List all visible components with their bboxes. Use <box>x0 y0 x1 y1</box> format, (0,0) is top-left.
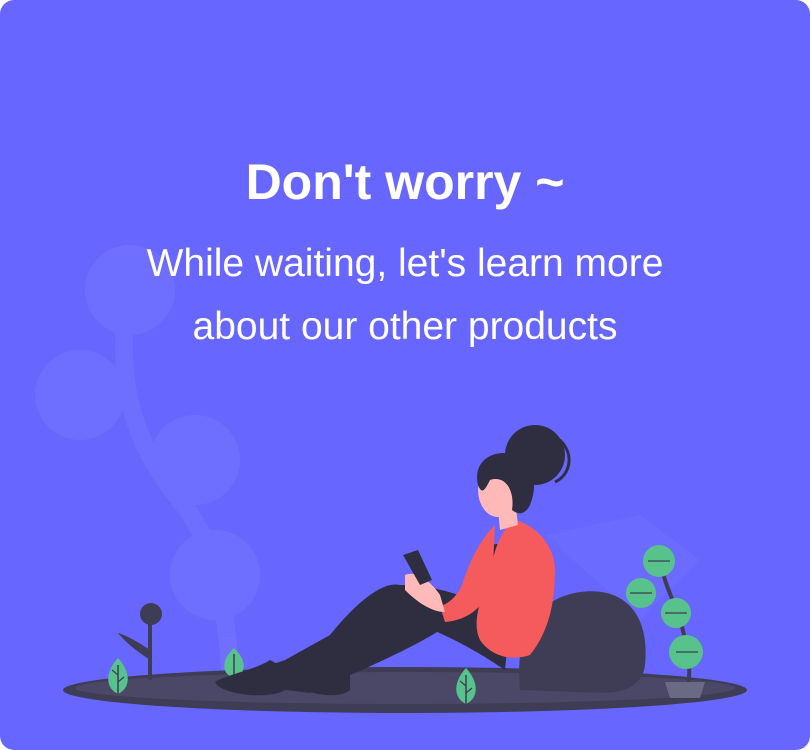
waiting-card: Don't worry ~ While waiting, let's learn… <box>0 0 810 750</box>
subtitle-line-2: about our other products <box>192 305 618 348</box>
background-illustration <box>0 0 810 750</box>
subtitle-line-1: While waiting, let's learn more <box>146 242 664 285</box>
subtitle: While waiting, let's learn more about ou… <box>0 232 810 358</box>
page-title: Don't worry ~ <box>245 154 565 210</box>
